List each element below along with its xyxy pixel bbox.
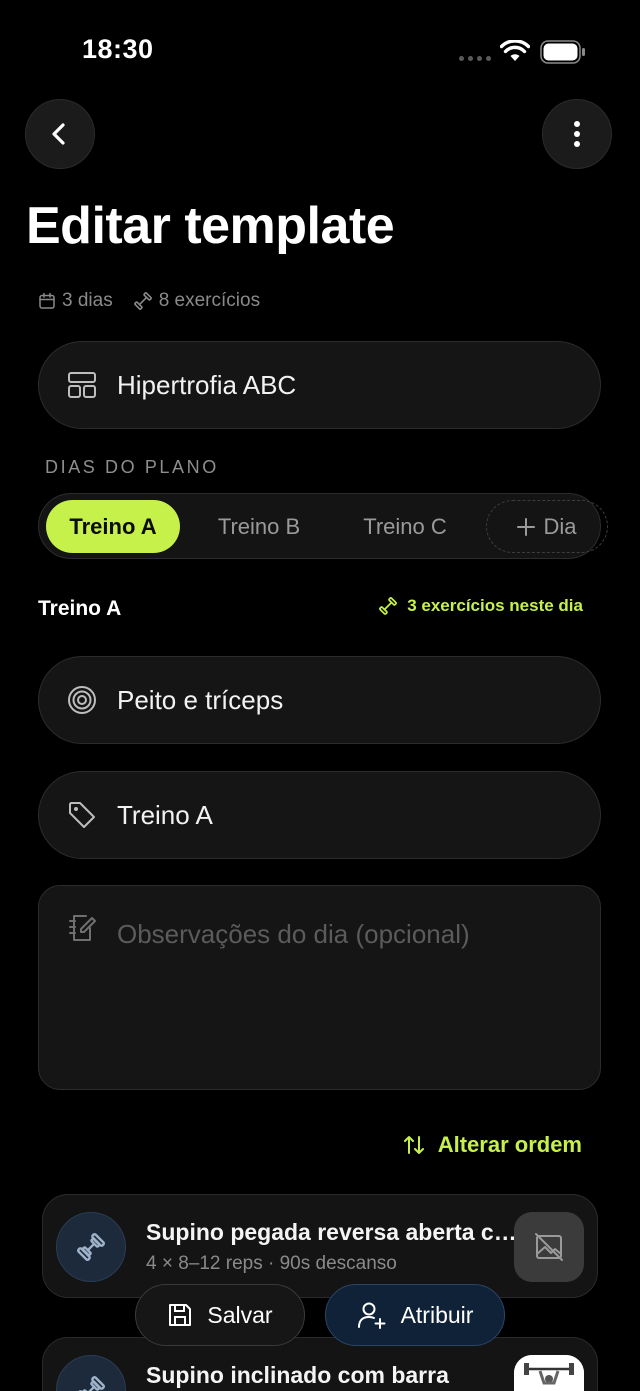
tab-treino-c[interactable]: Treino C xyxy=(341,500,469,553)
battery-icon xyxy=(540,40,585,64)
exercise-name: Supino pegada reversa aberta c… xyxy=(146,1219,517,1245)
day-focus-value: Peito e tríceps xyxy=(117,684,284,715)
back-button[interactable] xyxy=(25,99,95,169)
bench-press-image xyxy=(514,1355,584,1391)
more-options-button[interactable] xyxy=(542,99,612,169)
template-meta: 3 dias 8 exercícios xyxy=(38,290,280,312)
day-focus-field[interactable]: Peito e tríceps xyxy=(38,656,601,744)
meta-days: 3 dias xyxy=(38,290,113,312)
dumbbell-icon xyxy=(379,597,398,615)
exercise-thumbnail xyxy=(514,1355,584,1391)
status-time: 18:30 xyxy=(82,34,154,64)
signal-icon xyxy=(459,56,491,61)
assign-button[interactable]: Atribuir xyxy=(325,1284,505,1346)
swap-vertical-icon xyxy=(403,1136,424,1154)
exercise-detail: 4 × 8–12 reps · 90s descanso xyxy=(146,1253,397,1274)
plan-days-label: DIAS DO PLANO xyxy=(45,457,219,477)
add-day-button[interactable]: Dia xyxy=(486,500,608,553)
meta-exercises-text: 8 exercícios xyxy=(158,290,261,311)
save-icon xyxy=(169,1304,192,1326)
calendar-icon xyxy=(39,292,55,309)
status-bar: 18:30 xyxy=(0,0,640,100)
more-vertical-icon xyxy=(574,121,580,147)
page-title: Editar template xyxy=(26,197,395,255)
user-plus-icon xyxy=(357,1302,386,1329)
day-label-field[interactable]: Treino A xyxy=(38,771,601,859)
exercise-card[interactable]: Supino inclinado com barra xyxy=(42,1337,598,1391)
meta-days-text: 3 dias xyxy=(62,290,113,311)
layout-icon xyxy=(66,369,98,401)
no-image-icon xyxy=(535,1233,563,1261)
dumbbell-icon xyxy=(56,1355,126,1391)
assign-label: Atribuir xyxy=(400,1301,474,1328)
template-name-field[interactable]: Hipertrofia ABC xyxy=(38,341,601,429)
add-day-label: Dia xyxy=(543,513,577,539)
tab-treino-b[interactable]: Treino B xyxy=(195,500,323,553)
chevron-left-icon xyxy=(52,123,65,145)
day-notes-field[interactable]: Observações do dia (opcional) xyxy=(38,885,601,1090)
exercise-thumbnail xyxy=(514,1212,584,1282)
notebook-icon xyxy=(66,912,98,944)
meta-exercises: 8 exercícios xyxy=(133,290,260,312)
dumbbell-icon xyxy=(133,292,152,310)
day-exercise-count: 3 exercícios neste dia xyxy=(378,596,583,616)
day-label-value: Treino A xyxy=(117,799,213,830)
exercise-name: Supino inclinado com barra xyxy=(146,1362,449,1388)
plus-icon xyxy=(517,517,536,536)
tab-treino-a[interactable]: Treino A xyxy=(46,500,180,553)
tag-icon xyxy=(66,799,98,831)
day-tabs: Treino A Treino B Treino C Dia xyxy=(38,493,608,559)
save-button[interactable]: Salvar xyxy=(135,1284,305,1346)
reorder-label: Alterar ordem xyxy=(437,1132,582,1157)
template-name-value: Hipertrofia ABC xyxy=(117,369,297,400)
reorder-button[interactable]: Alterar ordem xyxy=(402,1132,582,1158)
save-label: Salvar xyxy=(207,1301,273,1328)
exercise-card[interactable]: Supino pegada reversa aberta c… 4 × 8–12… xyxy=(42,1194,598,1298)
day-title: Treino A xyxy=(38,597,122,620)
wifi-icon xyxy=(500,40,530,61)
target-icon xyxy=(66,684,98,716)
day-notes-placeholder: Observações do dia (opcional) xyxy=(117,919,470,949)
day-exercise-count-text: 3 exercícios neste dia xyxy=(407,596,583,615)
dumbbell-icon xyxy=(56,1212,126,1282)
